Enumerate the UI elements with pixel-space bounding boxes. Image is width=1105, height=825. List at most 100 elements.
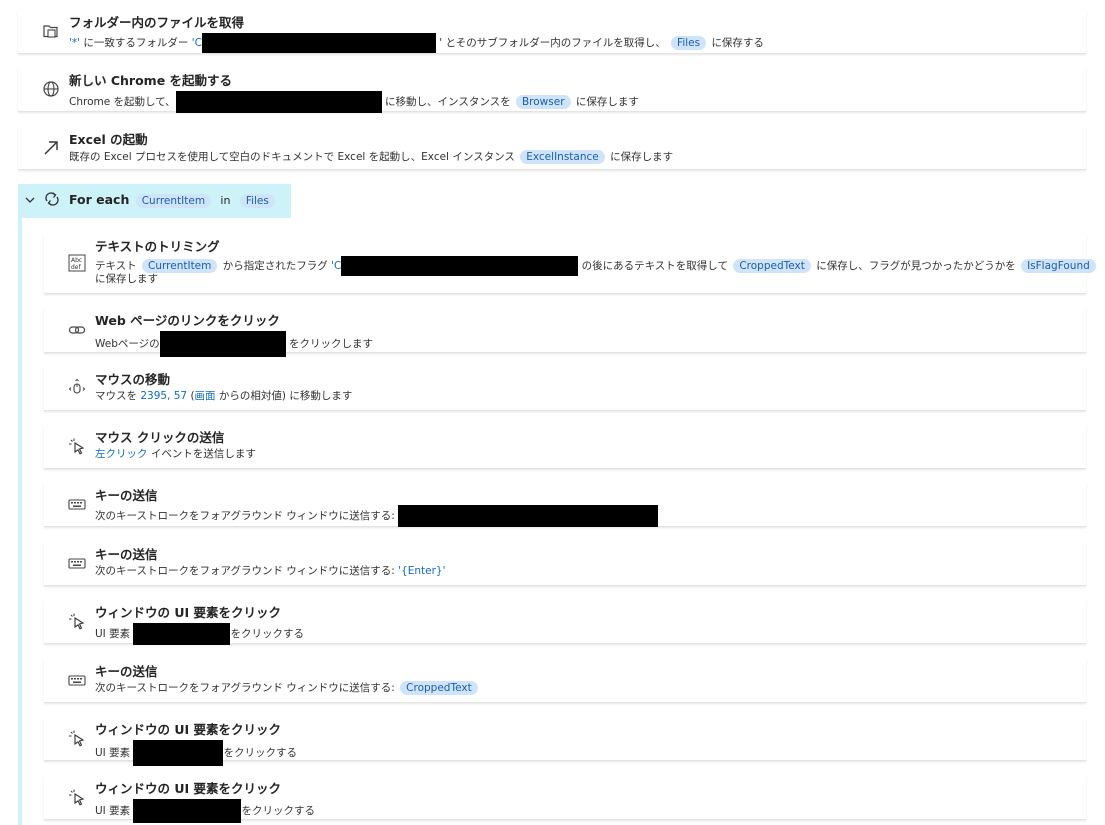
action-description: UI 要素 をクリックする [95, 799, 315, 823]
redacted-region [175, 91, 382, 113]
keys-text: '{Enter}' [398, 565, 446, 577]
collapse-chevron-icon[interactable] [23, 192, 37, 206]
redacted-region [341, 256, 579, 276]
action-title: ウィンドウの UI 要素をクリック [95, 722, 282, 737]
desc-text: マウスを [95, 390, 137, 402]
desc-text: に保存する [711, 37, 764, 49]
cursor-click-icon [66, 728, 88, 750]
action-send-keys[interactable]: キーの送信 次のキーストロークをフォアグラウンド ウィンドウに送信する: [44, 483, 1086, 527]
action-title: ウィンドウの UI 要素をクリック [95, 781, 282, 796]
action-description: 既存の Excel プロセスを使用して空白のドキュメントで Excel を起動し… [69, 150, 673, 165]
variable-pill[interactable]: CroppedText [400, 681, 478, 695]
action-title: テキストのトリミング [95, 239, 220, 254]
loop-icon [42, 189, 62, 209]
link-icon [66, 319, 88, 341]
action-launch-chrome[interactable]: 新しい Chrome を起動する Chrome を起動して、 に移動し、インスタ… [18, 68, 1086, 113]
redacted-region [133, 740, 224, 766]
action-description: 次のキーストロークをフォアグラウンド ウィンドウに送信する: CroppedTe… [95, 681, 480, 696]
variable-pill[interactable]: IsFlagFound [1021, 259, 1096, 273]
desc-text: ' とそのサブフォルダー内のファイルを取得し、 [439, 37, 666, 49]
action-click-ui-element[interactable]: ウィンドウの UI 要素をクリック UI 要素 をクリックする [44, 600, 1086, 645]
desc-text: UI 要素 [95, 747, 131, 759]
desc-text: 次のキーストロークをフォアグラウンド ウィンドウに送信する: [95, 510, 395, 522]
desc-text: に保存し、フラグが見つかったかどうかを [816, 260, 1016, 272]
action-trim-text[interactable]: Abc def テキストのトリミング テキスト CurrentItem から指定さ… [44, 234, 1096, 294]
action-mouse-move[interactable]: マウスの移動 マウスを 2395, 57 (画面 からの相対値) に移動します [44, 367, 1086, 411]
desc-text: 次のキーストロークをフォアグラウンド ウィンドウに送信する: [95, 682, 395, 694]
action-description: 左クリック イベントを送信します [95, 447, 256, 462]
action-title: キーの送信 [95, 664, 158, 679]
desc-text: ( [187, 390, 195, 402]
cursor-click-icon [66, 611, 88, 633]
redacted-region [133, 623, 231, 645]
variable-pill[interactable]: Files [671, 36, 707, 50]
variable-pill[interactable]: CurrentItem [135, 194, 212, 208]
action-send-keys[interactable]: キーの送信 次のキーストロークをフォアグラウンド ウィンドウに送信する: '{E… [44, 542, 1086, 586]
redacted-region [201, 33, 436, 53]
action-send-keys[interactable]: キーの送信 次のキーストロークをフォアグラウンド ウィンドウに送信する: Cro… [44, 659, 1086, 703]
quote-text: 'C [331, 260, 342, 272]
action-description: テキスト CurrentItem から指定されたフラグ 'C の後にあるテキスト… [95, 256, 1098, 276]
svg-text:def: def [71, 264, 82, 271]
variable-pill[interactable]: ExcelInstance [520, 150, 605, 164]
coordinates-text: 2395, 57 [140, 390, 188, 402]
action-get-files[interactable]: フォルダー内のファイルを取得 '*' に一致するフォルダー 'C ' とそのサブ… [18, 10, 1086, 54]
text-abc-icon: Abc def [66, 252, 88, 274]
screen-link: 画面 [194, 390, 216, 402]
desc-text: 既存の Excel プロセスを使用して空白のドキュメントで Excel を起動し… [69, 151, 515, 163]
desc-text: に保存します [575, 96, 639, 108]
action-click-ui-element[interactable]: ウィンドウの UI 要素をクリック UI 要素 をクリックする [44, 776, 1086, 823]
redacted-region [159, 331, 286, 357]
action-click-link[interactable]: Web ページのリンクをクリック Webページの をクリックします [44, 308, 1086, 357]
desc-text: をクリックします [289, 338, 374, 350]
in-text: in [220, 194, 231, 207]
action-description: UI 要素 をクリックする [95, 740, 297, 766]
action-title: ウィンドウの UI 要素をクリック [95, 605, 282, 620]
pattern-text: '*' [69, 37, 81, 49]
desc-text: 次のキーストロークをフォアグラウンド ウィンドウに送信する: [95, 565, 395, 577]
desc-text: から指定されたフラグ [222, 260, 328, 272]
loop-body-indicator [18, 218, 22, 825]
desc-text: に保存します [610, 151, 674, 163]
desc-text: に移動し、インスタンスを [385, 96, 511, 108]
action-description: '*' に一致するフォルダー 'C ' とそのサブフォルダー内のファイルを取得し… [69, 33, 764, 53]
action-title: Web ページのリンクをクリック [95, 313, 280, 328]
desc-text: Chrome を起動して、 [69, 96, 176, 108]
quote-text: 'C [191, 37, 202, 49]
desc-text: Webページの [95, 338, 160, 350]
desc-text: をクリックする [230, 628, 304, 640]
action-description-line2: に保存します [95, 273, 158, 285]
cursor-click-icon [66, 787, 88, 809]
arrow-up-right-icon [40, 137, 62, 159]
action-launch-excel[interactable]: Excel の起動 既存の Excel プロセスを使用して空白のドキュメントで … [18, 126, 1086, 170]
action-description: UI 要素 をクリックする [95, 623, 304, 645]
action-mouse-click[interactable]: マウス クリックの送信 左クリック イベントを送信します [44, 425, 1086, 469]
desc-text: をクリックする [241, 805, 315, 817]
redacted-region [133, 799, 242, 823]
action-title: Excel の起動 [69, 132, 148, 147]
desc-text: の後にあるテキストを取得して [581, 260, 728, 272]
action-description: Webページの をクリックします [95, 331, 373, 357]
variable-pill[interactable]: CurrentItem [142, 259, 218, 273]
globe-icon [40, 78, 62, 100]
click-type-link: 左クリック [95, 448, 148, 460]
action-title: フォルダー内のファイルを取得 [69, 15, 245, 30]
variable-pill[interactable]: Browser [515, 95, 571, 109]
variable-pill[interactable]: Files [239, 194, 275, 208]
action-title: キーの送信 [95, 488, 158, 503]
desc-text: イベントを送信します [147, 448, 256, 460]
cursor-click-icon [66, 436, 88, 458]
keyboard-icon [66, 552, 88, 574]
action-title: マウスの移動 [95, 372, 171, 387]
mouse-move-icon [66, 377, 88, 399]
variable-pill[interactable]: CroppedText [733, 259, 811, 273]
keyboard-icon [66, 669, 88, 691]
action-title: 新しい Chrome を起動する [69, 73, 233, 88]
desc-text: UI 要素 [95, 805, 131, 817]
desc-text: UI 要素 [95, 628, 131, 640]
action-description: 次のキーストロークをフォアグラウンド ウィンドウに送信する: '{Enter}' [95, 564, 446, 579]
for-each-label: For each [69, 192, 130, 207]
desc-text: テキスト [95, 260, 137, 272]
action-click-ui-element[interactable]: ウィンドウの UI 要素をクリック UI 要素 をクリックする [44, 717, 1086, 766]
desc-text: をクリックする [223, 747, 297, 759]
